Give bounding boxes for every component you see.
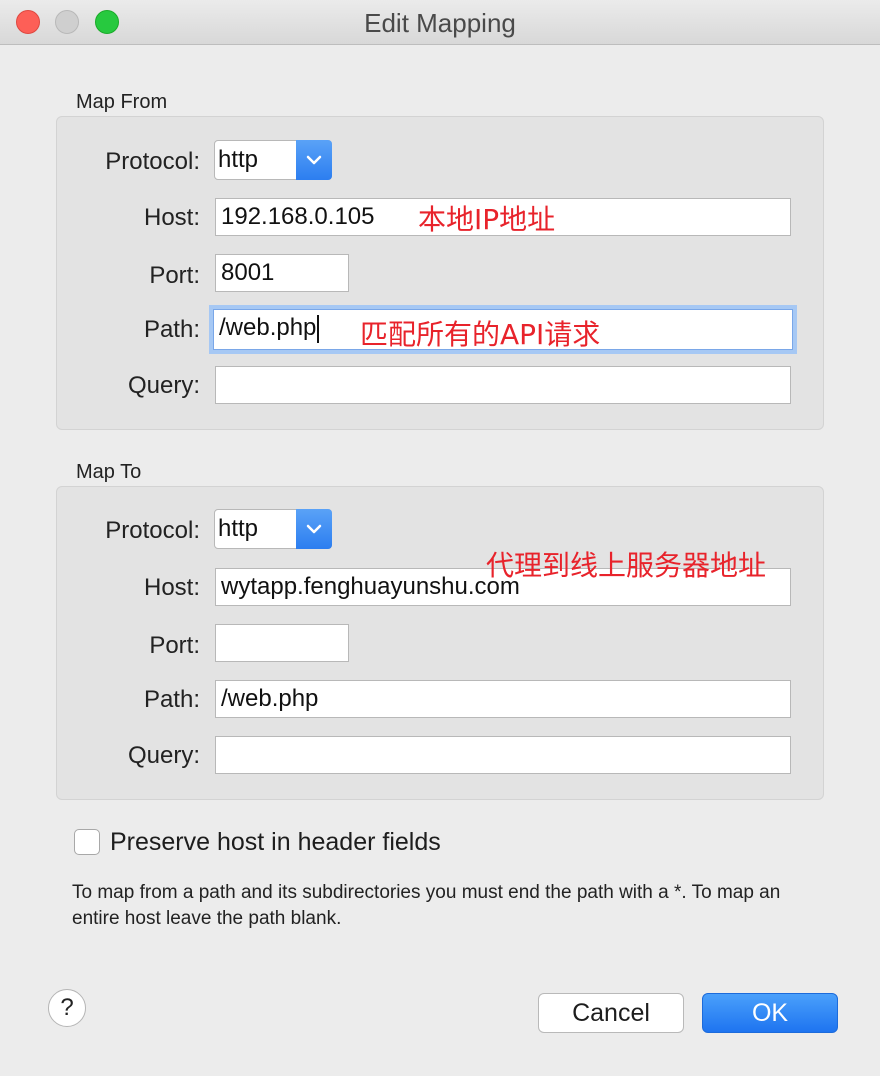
from-protocol-label: Protocol: — [105, 148, 200, 175]
map-from-heading: Map From — [76, 91, 168, 113]
preserve-host-label[interactable]: Preserve host in header fields — [110, 828, 441, 857]
to-protocol-label: Protocol: — [105, 517, 200, 544]
help-button[interactable]: ? — [48, 989, 86, 1027]
map-to-heading: Map To — [76, 461, 142, 483]
annotation-local-ip: 本地IP地址 — [418, 203, 556, 236]
to-host-label: Host: — [143, 574, 200, 601]
chevron-down-icon — [296, 509, 332, 549]
to-query-input[interactable] — [215, 736, 791, 774]
from-protocol-select[interactable]: http — [214, 140, 332, 180]
ok-button[interactable]: OK — [702, 993, 838, 1033]
from-path-value: /web.php — [219, 314, 317, 341]
to-path-input[interactable]: /web.php — [215, 680, 791, 718]
from-path-label: Path: — [143, 316, 200, 343]
annotation-proxy-server: 代理到线上服务器地址 — [486, 549, 767, 582]
from-port-label: Port: — [149, 262, 200, 289]
from-query-label: Query: — [127, 372, 200, 399]
from-protocol-value: http — [218, 146, 259, 173]
to-path-label: Path: — [143, 686, 200, 713]
from-host-label: Host: — [143, 204, 200, 231]
annotation-match-api: 匹配所有的API请求 — [360, 318, 601, 351]
mapping-help-text: To map from a path and its subdirectorie… — [72, 882, 781, 929]
to-protocol-value: http — [218, 515, 259, 542]
from-query-input[interactable] — [215, 366, 791, 404]
to-port-input[interactable] — [215, 624, 349, 662]
preserve-host-checkbox[interactable] — [74, 829, 100, 855]
cancel-button[interactable]: Cancel — [538, 993, 684, 1033]
to-query-label: Query: — [127, 742, 200, 769]
to-protocol-select[interactable]: http — [214, 509, 332, 549]
from-port-input[interactable]: 8001 — [215, 254, 349, 292]
title-bar: Edit Mapping — [0, 0, 880, 45]
chevron-down-icon — [296, 140, 332, 180]
to-port-label: Port: — [149, 632, 200, 659]
text-caret — [317, 314, 320, 343]
window-title: Edit Mapping — [364, 8, 516, 38]
